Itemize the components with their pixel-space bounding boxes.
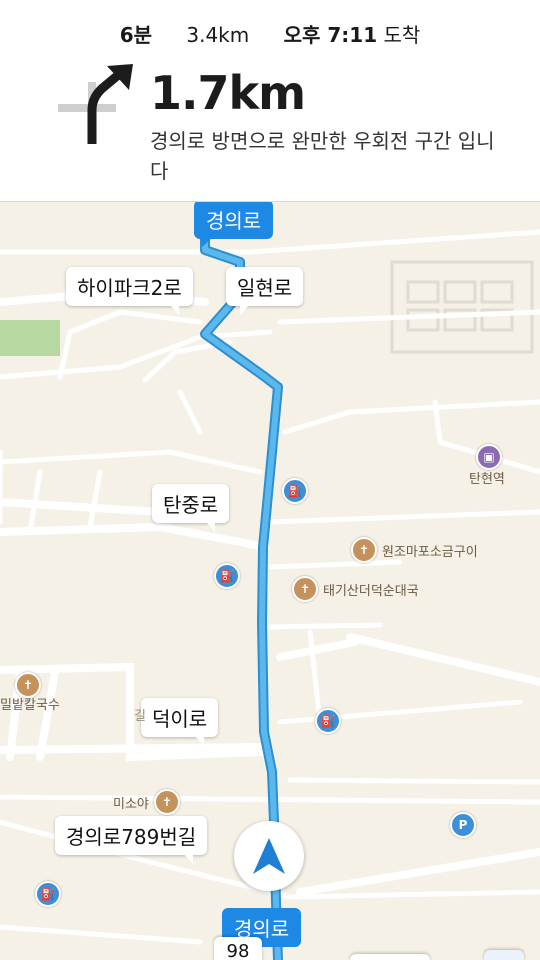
- restaurant-icon: ✝: [292, 576, 318, 602]
- navigation-arrow-icon: [253, 838, 285, 874]
- route-road-badge-top[interactable]: 경의로: [194, 202, 274, 247]
- road-callout-gyeongui789[interactable]: 경의로789번길: [55, 816, 208, 864]
- navigation-header: 6분 3.4km 오후 7:11 도착 1.7km 경의로 방면으로 완만한 우…: [0, 0, 540, 202]
- poi-label-wonjo: 원조마포소금구이: [382, 544, 478, 560]
- poi-gas-station-3[interactable]: ⛽: [315, 708, 341, 734]
- poi-parking[interactable]: P: [450, 812, 476, 838]
- route-shield: 98: [214, 937, 262, 960]
- poi-gas-station-4[interactable]: ⛽: [35, 881, 61, 907]
- arrival-suffix: 도착: [383, 23, 421, 47]
- eta-distance: 3.4km: [186, 23, 250, 47]
- bottom-panel-handle[interactable]: [350, 954, 430, 960]
- train-icon: ▣: [476, 444, 502, 470]
- restaurant-icon: ✝: [351, 537, 377, 563]
- eta-minutes: 6분: [119, 23, 153, 47]
- gas-station-icon: ⛽: [214, 563, 240, 589]
- road-callout-hipark[interactable]: 하이파크2로: [66, 267, 193, 315]
- poi-label-tanhyeon: 탄현역: [469, 472, 505, 487]
- eta-summary[interactable]: 6분 3.4km 오후 7:11 도착: [0, 19, 540, 48]
- poi-label-taegisan: 태기산더덕순대국: [323, 583, 419, 599]
- poi-gas-station-1[interactable]: ⛽: [282, 478, 308, 504]
- next-maneuver-distance: 1.7km: [150, 66, 306, 120]
- road-callout-deogi[interactable]: 덕이로: [141, 698, 219, 746]
- park-area: [0, 320, 60, 356]
- gas-station-icon: ⛽: [35, 881, 61, 907]
- poi-wonjo[interactable]: ✝ 원조마포소금구이: [351, 537, 478, 563]
- maneuver-instruction: 경의로 방면으로 완만한 우회전 구간 입니다: [150, 129, 495, 183]
- slight-right-turn-icon: [58, 64, 133, 144]
- road-callout-tanjung[interactable]: 탄중로: [152, 484, 230, 532]
- gas-station-icon: ⛽: [315, 708, 341, 734]
- poi-misoya[interactable]: ✝ 미소야: [113, 789, 180, 815]
- faint-map-label: 길: [134, 709, 146, 724]
- restaurant-icon: ✝: [153, 789, 180, 815]
- poi-label-misoya: 미소야: [113, 796, 149, 812]
- bottom-right-button[interactable]: [484, 950, 524, 960]
- road-callout-ilhyeon[interactable]: 일현로: [226, 267, 304, 315]
- building-block: [390, 260, 534, 354]
- parking-icon: P: [450, 812, 476, 838]
- map-view[interactable]: 경의로 경의로 하이파크2로 일현로 탄중로 덕이로 경의로789번길 ▣ 탄현…: [0, 202, 540, 960]
- poi-taegisan[interactable]: ✝ 태기산더덕순대국: [292, 576, 419, 602]
- poi-gas-station-2[interactable]: ⛽: [214, 563, 240, 589]
- current-location-marker[interactable]: [234, 821, 304, 891]
- poi-label-kalguksu: 밀밭칼국수: [0, 698, 60, 713]
- poi-tanhyeon-station[interactable]: ▣: [476, 444, 502, 470]
- gas-station-icon: ⛽: [282, 478, 308, 504]
- arrival-time: 오후 7:11: [283, 23, 378, 47]
